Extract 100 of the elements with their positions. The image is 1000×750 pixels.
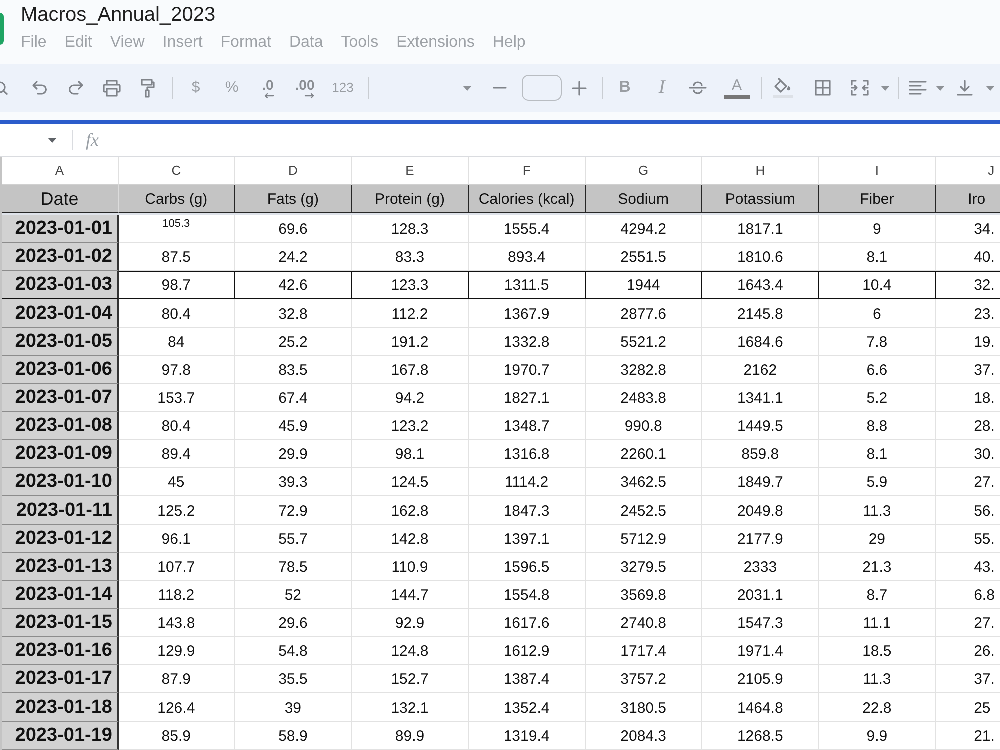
- table-cell: 69.6: [235, 215, 352, 244]
- percent-button[interactable]: %: [225, 79, 239, 97]
- menu-item[interactable]: Insert: [162, 34, 203, 52]
- menu-item[interactable]: Help: [492, 34, 526, 52]
- date-cell: 2023-01-06: [2, 356, 118, 384]
- paint-roller-icon[interactable]: [141, 78, 155, 98]
- table-cell: 2049.8: [702, 496, 820, 525]
- borders-icon[interactable]: [815, 80, 831, 96]
- text-color-button[interactable]: A: [724, 78, 750, 98]
- plus-icon[interactable]: [572, 82, 586, 94]
- italic-button[interactable]: I: [658, 79, 666, 97]
- table-cell: 39: [235, 693, 352, 722]
- menu-item[interactable]: Edit: [64, 34, 92, 52]
- column-header[interactable]: J: [936, 157, 1000, 185]
- date-cell: 2023-01-19: [2, 722, 118, 750]
- table-cell: 1114.2: [468, 468, 586, 496]
- column-header[interactable]: I: [819, 157, 936, 185]
- menu-item[interactable]: View: [110, 34, 145, 52]
- align-left-icon[interactable]: [909, 81, 927, 95]
- column-header[interactable]: F: [468, 157, 586, 185]
- date-cell: 2023-01-05: [2, 328, 118, 356]
- table-cell: 1319.4: [468, 722, 586, 750]
- search-icon[interactable]: [0, 81, 8, 95]
- table-cell: 52: [235, 580, 352, 609]
- table-cell: 98.1: [352, 440, 469, 468]
- table-cell: 3282.8: [586, 356, 702, 384]
- merge-cells-icon[interactable]: [851, 80, 869, 96]
- align-bottom-icon[interactable]: [957, 80, 973, 96]
- document-title[interactable]: Macros_Annual_2023: [21, 3, 216, 27]
- paint-bucket-icon[interactable]: [773, 78, 793, 98]
- table-cell: 89.9: [352, 722, 469, 750]
- menu-item[interactable]: Format: [220, 34, 272, 52]
- column-header[interactable]: H: [702, 157, 820, 185]
- print-icon[interactable]: [103, 80, 121, 96]
- table-cell: 6: [819, 299, 936, 328]
- table-cell: 3279.5: [586, 552, 702, 581]
- caret-icon[interactable]: [986, 86, 994, 90]
- font-size-field[interactable]: [522, 75, 562, 101]
- column-header[interactable]: A: [2, 157, 118, 185]
- table-header-cell: Calories (kcal): [468, 185, 586, 213]
- table-cell: 55.: [936, 524, 1000, 553]
- table-cell: 118.2: [118, 580, 236, 609]
- table-header-cell: Date: [2, 185, 118, 213]
- minus-icon[interactable]: [494, 87, 506, 89]
- number-format-button[interactable]: 123: [332, 79, 354, 97]
- table-cell: 8.1: [819, 243, 936, 272]
- column-header[interactable]: E: [352, 157, 469, 185]
- table-cell: 87.9: [118, 665, 236, 694]
- table-header-cell: Carbs (g): [118, 185, 236, 213]
- table-cell: 67.4: [235, 384, 352, 412]
- table-cell: 1316.8: [468, 440, 586, 468]
- date-cell: 2023-01-18: [2, 693, 118, 722]
- table-cell: 80.4: [118, 299, 236, 328]
- table-cell: 11.3: [819, 496, 936, 525]
- table-cell: 42.6: [235, 271, 352, 300]
- table-cell: 24.2: [235, 243, 352, 272]
- table-cell: 1847.3: [468, 496, 586, 525]
- table-header-cell: Fats (g): [235, 185, 352, 213]
- menu-item[interactable]: File: [21, 34, 47, 52]
- logo-icon[interactable]: [0, 13, 4, 45]
- caret-icon[interactable]: [936, 86, 944, 90]
- table-header-cell: Fiber: [819, 185, 936, 213]
- table-cell: 112.2: [352, 299, 469, 328]
- table-cell: 85.9: [118, 722, 236, 750]
- table-cell: 2031.1: [702, 580, 820, 609]
- menu-item[interactable]: Tools: [341, 34, 379, 52]
- table-cell: 54.8: [235, 637, 352, 666]
- redo-icon[interactable]: [68, 81, 84, 95]
- strikethrough-icon[interactable]: [689, 81, 707, 95]
- table-cell: 37.: [936, 356, 1000, 384]
- table-cell: 56.: [936, 496, 1000, 525]
- currency-button[interactable]: $: [192, 79, 200, 97]
- table-cell: 5.9: [819, 468, 936, 496]
- table-cell: 55.7: [235, 524, 352, 553]
- column-header[interactable]: G: [586, 157, 702, 185]
- caret-icon[interactable]: [48, 138, 57, 142]
- table-cell: 144.7: [352, 580, 469, 609]
- increase-decimal-button[interactable]: .00: [295, 78, 315, 98]
- table-header-cell: Iro: [936, 185, 1000, 213]
- caret-icon[interactable]: [880, 86, 890, 90]
- undo-icon[interactable]: [32, 81, 48, 95]
- table-cell: 72.9: [235, 496, 352, 525]
- table-cell: 18.5: [819, 637, 936, 666]
- table-cell: 30.: [936, 440, 1000, 468]
- menu-item[interactable]: Data: [289, 34, 324, 52]
- table-cell: 29.9: [235, 440, 352, 468]
- table-cell: 96.1: [118, 524, 236, 553]
- column-header[interactable]: C: [118, 157, 236, 185]
- bold-button[interactable]: B: [619, 79, 631, 97]
- menu-item[interactable]: Extensions: [396, 34, 475, 52]
- table-cell: 8.8: [819, 412, 936, 440]
- column-header[interactable]: D: [235, 157, 352, 185]
- table-cell: 10.4: [819, 271, 936, 300]
- caret-icon[interactable]: [462, 86, 472, 90]
- table-cell: 2260.1: [586, 440, 702, 468]
- decrease-decimal-button[interactable]: .0: [262, 78, 274, 98]
- table-cell: 83.5: [235, 356, 352, 384]
- table-cell: 124.5: [352, 468, 469, 496]
- table-cell: 1617.6: [468, 608, 586, 638]
- table-cell: 125.2: [118, 496, 236, 525]
